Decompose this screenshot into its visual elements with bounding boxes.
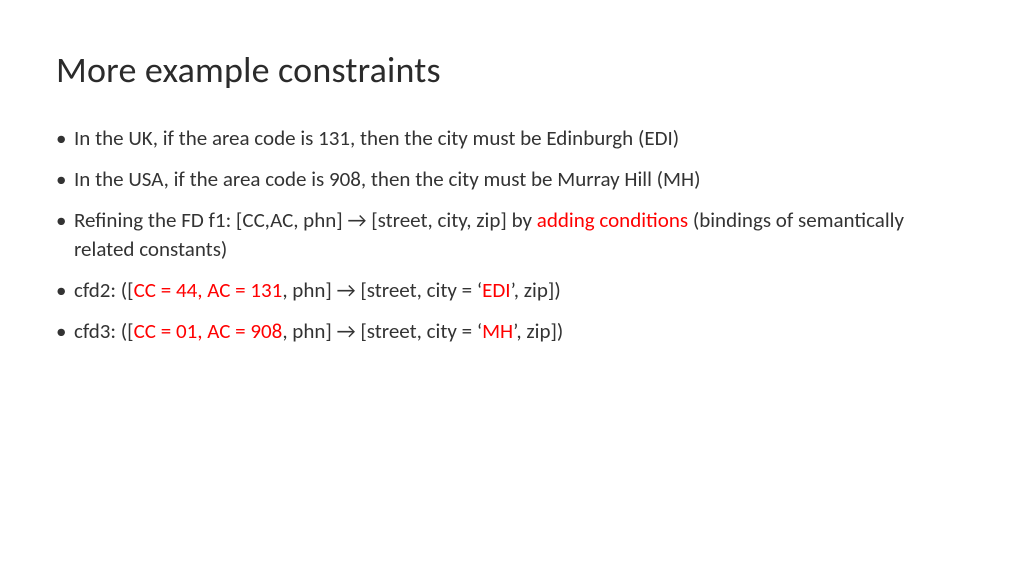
list-item: Refining the FD f1: [CC,AC, phn] → [stre…: [56, 206, 968, 264]
bullet-text: ’, zip]): [511, 277, 561, 303]
bullet-text: Refining the FD f1: [CC,AC, phn] → [stre…: [74, 207, 537, 233]
bullet-text: cfd2: ([: [74, 277, 134, 303]
bullet-text: cfd3: ([: [74, 318, 134, 344]
slide-title: More example constraints: [56, 48, 968, 92]
list-item: In the USA, if the area code is 908, the…: [56, 165, 968, 194]
list-item: In the UK, if the area code is 131, then…: [56, 124, 968, 153]
list-item: cfd2: ([CC = 44, AC = 131, phn] → [stree…: [56, 276, 968, 305]
highlight-text: EDI: [482, 277, 510, 303]
highlight-text: CC = 01, AC = 908: [134, 318, 283, 344]
bullet-text: , phn] → [street, city = ‘: [282, 277, 482, 303]
highlight-text: adding conditions: [537, 207, 688, 233]
bullet-text: In the USA, if the area code is 908, the…: [74, 166, 700, 192]
bullet-list: In the UK, if the area code is 131, then…: [56, 124, 968, 346]
bullet-text: , phn] → [street, city = ‘: [282, 318, 482, 344]
highlight-text: MH: [482, 318, 513, 344]
list-item: cfd3: ([CC = 01, AC = 908, phn] → [stree…: [56, 317, 968, 346]
bullet-text: In the UK, if the area code is 131, then…: [74, 125, 679, 151]
highlight-text: CC = 44, AC = 131: [134, 277, 283, 303]
bullet-text: ’, zip]): [513, 318, 563, 344]
